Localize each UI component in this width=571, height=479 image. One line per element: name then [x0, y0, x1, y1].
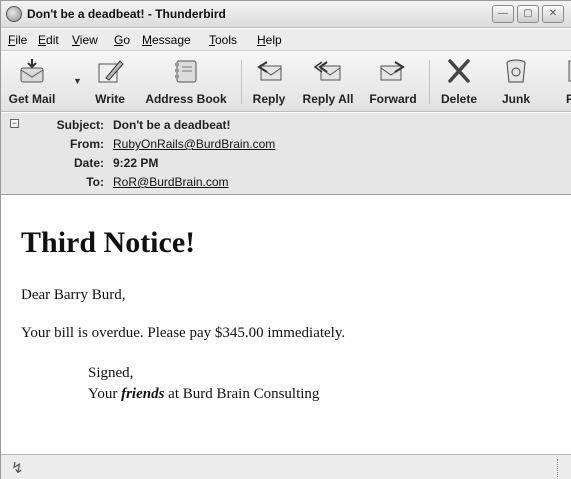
menu-label: dit	[46, 33, 59, 47]
message-body: Third Notice! Dear Barry Burd, Your bill…	[1, 196, 571, 454]
thunderbird-app-icon[interactable]	[6, 6, 22, 22]
message-greeting: Dear Barry Burd,	[21, 287, 126, 303]
window-title: Don't be a deadbeat! - Thunderbird	[27, 7, 226, 21]
menu-accel: G	[114, 33, 124, 47]
toolbar-separator	[241, 60, 242, 104]
forward-button[interactable]: Forward	[363, 56, 423, 108]
menu-label: ools	[215, 33, 238, 47]
menu-label: o	[123, 33, 131, 47]
menu-accel: E	[38, 33, 47, 47]
from-address-link[interactable]: RubyOnRails@BurdBrain.com	[113, 137, 275, 151]
to-address-link[interactable]: RoR@BurdBrain.com	[113, 175, 229, 189]
print-button[interactable]: P	[557, 56, 571, 108]
message-paragraph: Your bill is overdue. Please pay $345.00…	[21, 325, 346, 341]
delete-icon	[448, 59, 470, 83]
menu-accel: M	[142, 33, 152, 47]
menu-edit[interactable]: Edit	[38, 33, 59, 47]
menu-accel: V	[72, 33, 80, 47]
toolbar-button-label: Reply All	[302, 92, 354, 106]
date-label: Date:	[73, 156, 104, 170]
toolbar-button-label: Address Book	[145, 92, 227, 106]
reply-all-icon	[314, 61, 341, 81]
toolbar-button-label: P	[566, 92, 571, 106]
forward-icon	[380, 61, 405, 81]
close-button[interactable]: ✕	[542, 5, 564, 23]
message-heading: Third Notice!	[21, 226, 196, 259]
from-value: RubyOnRails@BurdBrain.com	[113, 137, 275, 151]
get-mail-dropdown[interactable]: ▼	[73, 76, 82, 86]
message-header-pane: − Subject: Don't be a deadbeat! From: Ru…	[1, 113, 571, 195]
minimize-button[interactable]: —	[492, 5, 514, 23]
menu-help[interactable]: Help	[257, 33, 282, 47]
menu-label: essage	[152, 33, 191, 47]
write-button[interactable]: Write	[87, 56, 133, 108]
signature-emphasis: friends	[121, 386, 165, 402]
signature-signed: Signed,	[88, 365, 134, 381]
toolbar-button-label: Write	[95, 92, 125, 106]
from-label: From:	[70, 137, 104, 151]
signature-prefix: Your	[88, 386, 118, 402]
to-value: RoR@BurdBrain.com	[113, 175, 229, 189]
status-bar: ↯	[1, 454, 571, 479]
menu-bar: File Edit View Go Message Tools Help	[1, 29, 571, 51]
menu-file[interactable]: File	[8, 33, 27, 47]
reply-button[interactable]: Reply	[247, 56, 291, 108]
status-divider	[557, 459, 558, 477]
main-toolbar: Get Mail ▼ Write Address Book Reply Repl…	[1, 52, 571, 112]
menu-label: elp	[265, 33, 282, 47]
date-value: 9:22 PM	[113, 156, 159, 170]
toolbar-button-label: Get Mail	[8, 92, 56, 106]
junk-icon	[506, 59, 526, 83]
title-bar[interactable]: Don't be a deadbeat! - Thunderbird — ▢ ✕	[1, 1, 571, 28]
get-mail-icon	[20, 59, 44, 83]
signature-line: Your friends at Burd Brain Consulting	[88, 386, 319, 403]
junk-button[interactable]: Junk	[491, 56, 541, 108]
toolbar-button-label: Delete	[440, 92, 478, 106]
menu-tools[interactable]: Tools	[209, 33, 237, 47]
online-status-icon[interactable]: ↯	[11, 459, 24, 477]
address-book-button[interactable]: Address Book	[138, 56, 234, 108]
menu-label: iew	[79, 33, 98, 47]
reply-icon	[257, 61, 282, 81]
get-mail-button[interactable]: Get Mail	[3, 56, 61, 108]
address-book-icon	[175, 60, 197, 83]
menu-accel: H	[257, 33, 266, 47]
signature-suffix: at Burd Brain Consulting	[168, 386, 320, 402]
maximize-button[interactable]: ▢	[517, 5, 539, 23]
menu-go[interactable]: Go	[114, 33, 130, 47]
toolbar-separator	[429, 60, 430, 104]
menu-label: ile	[15, 33, 28, 47]
toolbar-button-label: Reply	[252, 92, 286, 106]
write-icon	[98, 60, 124, 83]
delete-button[interactable]: Delete	[433, 56, 485, 108]
subject-value: Don't be a deadbeat!	[113, 118, 231, 132]
reply-all-button[interactable]: Reply All	[297, 56, 359, 108]
toolbar-button-label: Forward	[369, 92, 417, 106]
to-label: To:	[86, 175, 104, 189]
subject-label: Subject:	[56, 118, 104, 132]
print-icon	[568, 60, 571, 82]
toolbar-button-label: Junk	[501, 92, 530, 106]
menu-view[interactable]: View	[72, 33, 98, 47]
thunderbird-window: Don't be a deadbeat! - Thunderbird — ▢ ✕…	[0, 0, 571, 479]
menu-message[interactable]: Message	[142, 33, 191, 47]
